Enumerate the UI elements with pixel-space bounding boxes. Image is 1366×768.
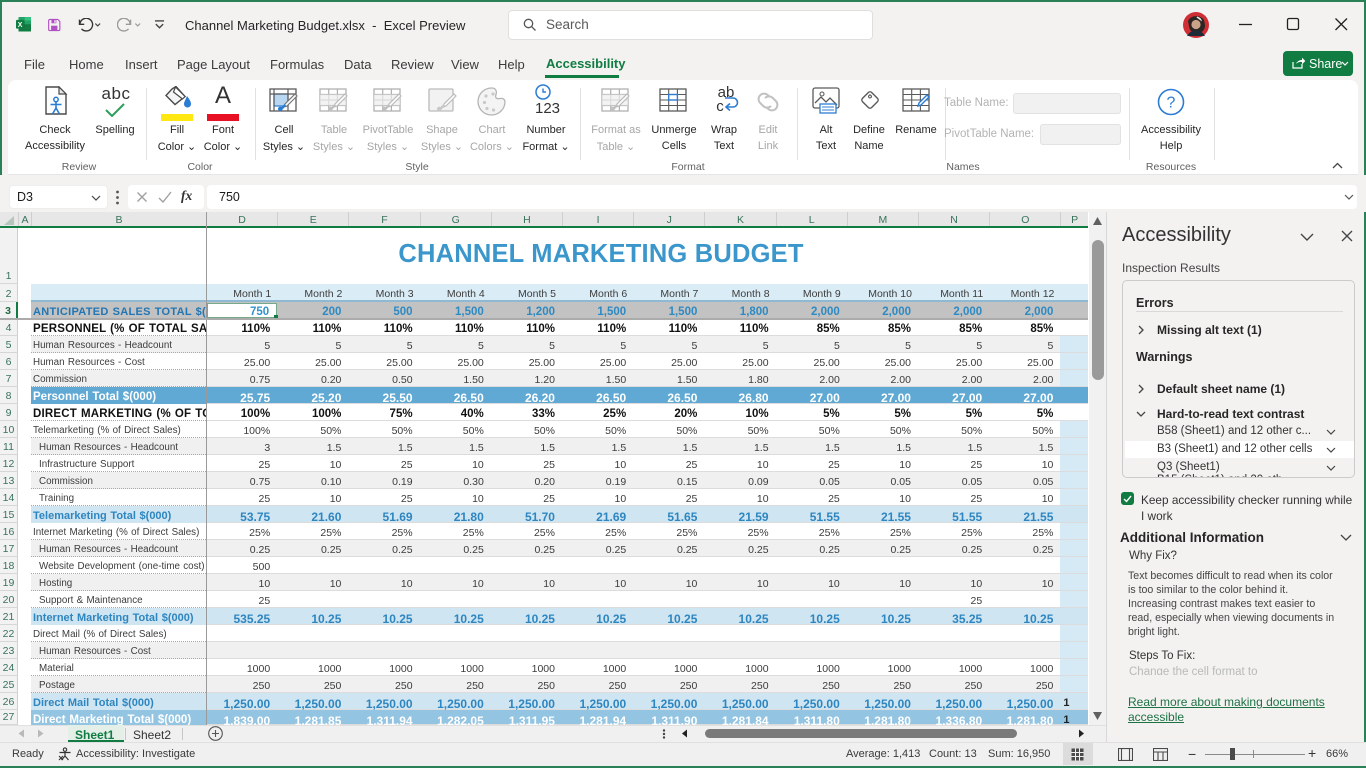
svg-text:123: 123 [535, 100, 560, 116]
svg-text:?: ? [1167, 95, 1176, 112]
svg-text:X: X [18, 22, 23, 29]
